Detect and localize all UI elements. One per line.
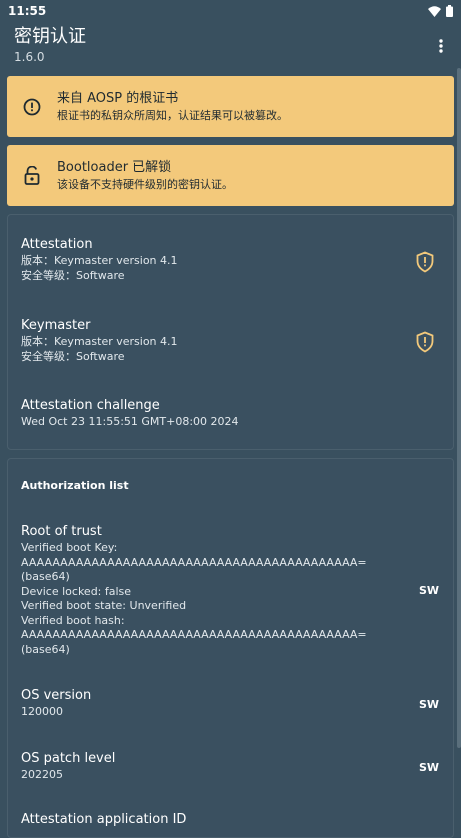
app-title: 密钥认证 bbox=[14, 26, 86, 47]
entry-line: Verified boot Key: bbox=[21, 541, 118, 554]
keymaster-entry[interactable]: Keymaster 版本：Keymaster version 4.1 安全等级：… bbox=[21, 317, 453, 364]
attestation-entry[interactable]: Attestation 版本：Keymaster version 4.1 安全等… bbox=[21, 236, 453, 283]
root-of-trust-entry[interactable]: Root of trust Verified boot Key: AAAAAAA… bbox=[21, 523, 453, 657]
status-time: 11:55 bbox=[8, 4, 47, 18]
entry-line: AAAAAAAAAAAAAAAAAAAAAAAAAAAAAAAAAAAAAAAA… bbox=[21, 628, 367, 641]
scrollbar[interactable] bbox=[457, 68, 461, 748]
entry-title: Attestation challenge bbox=[21, 398, 160, 413]
attestation-challenge-entry[interactable]: Attestation challenge Wed Oct 23 11:55:5… bbox=[21, 397, 453, 430]
entry-security-level: 安全等级：Software bbox=[21, 349, 125, 363]
authorization-list-card: Authorization list Root of trust Verifie… bbox=[7, 458, 454, 838]
os-patch-level-entry[interactable]: OS patch level 202205 bbox=[21, 750, 453, 783]
entry-line: (base64) bbox=[21, 570, 70, 583]
security-level-badge: SW bbox=[418, 761, 439, 774]
more-vert-icon bbox=[439, 39, 443, 53]
security-level-badge: SW bbox=[418, 698, 439, 711]
entry-line: Verified boot state: Unverified bbox=[21, 599, 187, 612]
warning-title: Bootloader 已解锁 bbox=[57, 160, 172, 175]
security-level-badge: SW bbox=[418, 584, 439, 597]
wifi-icon bbox=[428, 5, 441, 17]
entry-title: Keymaster bbox=[21, 318, 91, 333]
status-icons bbox=[428, 5, 453, 17]
battery-icon bbox=[446, 5, 453, 17]
warning-card-bootloader[interactable]: Bootloader 已解锁 该设备不支持硬件级别的密钥认证。 bbox=[7, 145, 454, 206]
entry-line: AAAAAAAAAAAAAAAAAAAAAAAAAAAAAAAAAAAAAAAA… bbox=[21, 555, 367, 569]
os-version-entry[interactable]: OS version 120000 bbox=[21, 687, 453, 720]
attestation-application-id-entry[interactable]: Attestation application ID bbox=[21, 811, 453, 829]
entry-version: 版本：Keymaster version 4.1 bbox=[21, 254, 178, 267]
app-version: 1.6.0 bbox=[14, 50, 45, 64]
shield-alert-icon[interactable] bbox=[415, 251, 435, 273]
alert-circle-icon bbox=[23, 98, 41, 115]
entry-title: OS patch level bbox=[21, 751, 116, 766]
entry-security-level: 安全等级：Software bbox=[21, 268, 125, 282]
entry-version: 版本：Keymaster version 4.1 bbox=[21, 335, 178, 348]
warning-title: 来自 AOSP 的根证书 bbox=[57, 91, 179, 106]
entry-title: OS version bbox=[21, 688, 92, 703]
app-bar: 密钥认证 1.6.0 bbox=[0, 22, 461, 68]
lock-open-icon bbox=[24, 166, 40, 185]
entry-title: Attestation application ID bbox=[21, 812, 187, 827]
entry-value: 120000 bbox=[21, 705, 63, 718]
warning-desc: 根证书的私钥众所周知，认证结果可以被篡改。 bbox=[57, 109, 288, 122]
more-options-button[interactable] bbox=[431, 34, 451, 58]
entry-title: Root of trust bbox=[21, 524, 102, 539]
attestation-summary-card: Attestation 版本：Keymaster version 4.1 安全等… bbox=[7, 214, 454, 450]
entry-line: Verified boot hash: bbox=[21, 613, 125, 627]
warning-card-aosp-root[interactable]: 来自 AOSP 的根证书 根证书的私钥众所周知，认证结果可以被篡改。 bbox=[7, 76, 454, 137]
entry-value: 202205 bbox=[21, 768, 63, 781]
section-header: Authorization list bbox=[21, 479, 129, 492]
shield-alert-icon[interactable] bbox=[415, 331, 435, 353]
status-bar: 11:55 bbox=[0, 0, 461, 22]
entry-title: Attestation bbox=[21, 237, 93, 252]
entry-value: Wed Oct 23 11:55:51 GMT+08:00 2024 bbox=[21, 415, 239, 428]
entry-line: (base64) bbox=[21, 642, 70, 656]
warning-desc: 该设备不支持硬件级别的密钥认证。 bbox=[57, 178, 233, 191]
entry-line: Device locked: false bbox=[21, 584, 132, 598]
